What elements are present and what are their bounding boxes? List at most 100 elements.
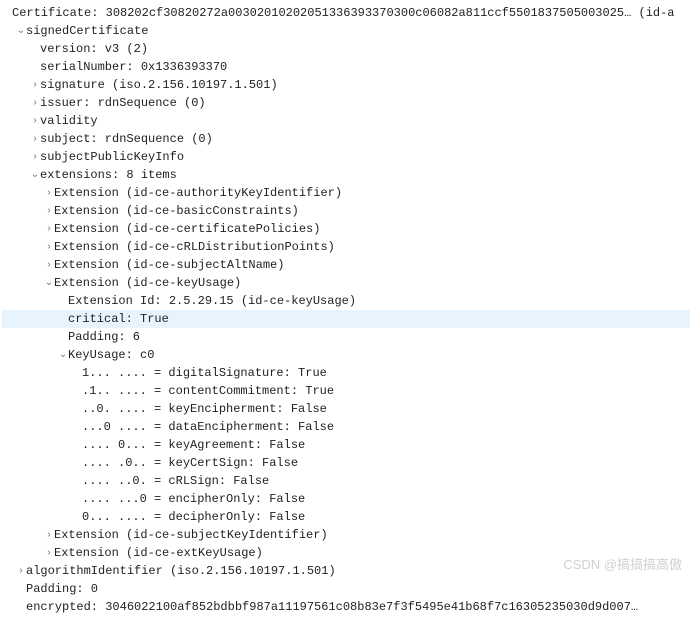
- chevron-right-icon[interactable]: ›: [30, 114, 40, 129]
- padding-label: Padding: 6: [68, 328, 140, 346]
- chevron-down-icon[interactable]: ⌄: [30, 168, 40, 183]
- chevron-right-icon[interactable]: ›: [30, 150, 40, 165]
- keyusage-row[interactable]: ⌄ KeyUsage: c0: [2, 346, 690, 364]
- ku-bit2-row[interactable]: ..0. .... = keyEncipherment: False: [2, 400, 690, 418]
- chevron-blank-icon: [58, 312, 68, 327]
- ext-san-label: Extension (id-ce-subjectAltName): [54, 256, 284, 274]
- padding-row[interactable]: Padding: 6: [2, 328, 690, 346]
- critical-label: critical: True: [68, 310, 169, 328]
- chevron-blank-icon: [72, 402, 82, 417]
- chevron-blank-icon: [72, 420, 82, 435]
- ku-bit7-row[interactable]: .... ...0 = encipherOnly: False: [2, 490, 690, 508]
- certificate-row[interactable]: Certificate: 308202cf30820272a0030201020…: [2, 4, 690, 22]
- ext-bc-row[interactable]: › Extension (id-ce-basicConstraints): [2, 202, 690, 220]
- subject-row[interactable]: › subject: rdnSequence (0): [2, 130, 690, 148]
- chevron-blank-icon: [30, 60, 40, 75]
- spki-row[interactable]: › subjectPublicKeyInfo: [2, 148, 690, 166]
- ext-aki-row[interactable]: › Extension (id-ce-authorityKeyIdentifie…: [2, 184, 690, 202]
- critical-row[interactable]: critical: True: [2, 310, 690, 328]
- chevron-down-icon[interactable]: ⌄: [58, 348, 68, 363]
- certificate-label: Certificate: 308202cf30820272a0030201020…: [12, 4, 675, 22]
- encrypted-label: encrypted: 3046022100af852bdbbf987a11197…: [26, 598, 638, 616]
- ext-id-label: Extension Id: 2.5.29.15 (id-ce-keyUsage): [68, 292, 356, 310]
- chevron-blank-icon: [30, 42, 40, 57]
- chevron-right-icon[interactable]: ›: [44, 528, 54, 543]
- chevron-blank-icon: [72, 492, 82, 507]
- ext-aki-label: Extension (id-ce-authorityKeyIdentifier): [54, 184, 342, 202]
- chevron-blank-icon: [2, 6, 12, 21]
- ku-bit1-row[interactable]: .1.. .... = contentCommitment: True: [2, 382, 690, 400]
- keyusage-label: KeyUsage: c0: [68, 346, 154, 364]
- ext-eku-label: Extension (id-ce-extKeyUsage): [54, 544, 263, 562]
- chevron-right-icon[interactable]: ›: [16, 564, 26, 579]
- signed-certificate-label: signedCertificate: [26, 22, 148, 40]
- serial-label: serialNumber: 0x1336393370: [40, 58, 227, 76]
- chevron-blank-icon: [72, 366, 82, 381]
- ku-bit0-row[interactable]: 1... .... = digitalSignature: True: [2, 364, 690, 382]
- ku-bit3-label: ...0 .... = dataEncipherment: False: [82, 418, 334, 436]
- ku-bit4-label: .... 0... = keyAgreement: False: [82, 436, 305, 454]
- ext-ku-label: Extension (id-ce-keyUsage): [54, 274, 241, 292]
- encrypted-row[interactable]: encrypted: 3046022100af852bdbbf987a11197…: [2, 598, 690, 616]
- ext-ski-row[interactable]: › Extension (id-ce-subjectKeyIdentifier): [2, 526, 690, 544]
- ku-bit8-label: 0... .... = decipherOnly: False: [82, 508, 305, 526]
- chevron-right-icon[interactable]: ›: [30, 78, 40, 93]
- validity-row[interactable]: › validity: [2, 112, 690, 130]
- ku-bit2-label: ..0. .... = keyEncipherment: False: [82, 400, 327, 418]
- chevron-blank-icon: [72, 438, 82, 453]
- subject-label: subject: rdnSequence (0): [40, 130, 213, 148]
- ku-bit7-label: .... ...0 = encipherOnly: False: [82, 490, 305, 508]
- serial-row[interactable]: serialNumber: 0x1336393370: [2, 58, 690, 76]
- extensions-row[interactable]: ⌄ extensions: 8 items: [2, 166, 690, 184]
- algo-row[interactable]: › algorithmIdentifier (iso.2.156.10197.1…: [2, 562, 690, 580]
- chevron-right-icon[interactable]: ›: [44, 222, 54, 237]
- chevron-blank-icon: [72, 474, 82, 489]
- signature-label: signature (iso.2.156.10197.1.501): [40, 76, 278, 94]
- ext-crl-label: Extension (id-ce-cRLDistributionPoints): [54, 238, 335, 256]
- outer-padding-label: Padding: 0: [26, 580, 98, 598]
- outer-padding-row[interactable]: Padding: 0: [2, 580, 690, 598]
- ext-bc-label: Extension (id-ce-basicConstraints): [54, 202, 299, 220]
- ku-bit0-label: 1... .... = digitalSignature: True: [82, 364, 327, 382]
- chevron-right-icon[interactable]: ›: [44, 186, 54, 201]
- ext-id-row[interactable]: Extension Id: 2.5.29.15 (id-ce-keyUsage): [2, 292, 690, 310]
- chevron-down-icon[interactable]: ⌄: [16, 24, 26, 39]
- ext-eku-row[interactable]: › Extension (id-ce-extKeyUsage): [2, 544, 690, 562]
- signature-row[interactable]: › signature (iso.2.156.10197.1.501): [2, 76, 690, 94]
- chevron-blank-icon: [16, 582, 26, 597]
- spki-label: subjectPublicKeyInfo: [40, 148, 184, 166]
- validity-label: validity: [40, 112, 98, 130]
- ext-crl-row[interactable]: › Extension (id-ce-cRLDistributionPoints…: [2, 238, 690, 256]
- chevron-right-icon[interactable]: ›: [44, 240, 54, 255]
- chevron-right-icon[interactable]: ›: [30, 132, 40, 147]
- issuer-label: issuer: rdnSequence (0): [40, 94, 206, 112]
- ext-san-row[interactable]: › Extension (id-ce-subjectAltName): [2, 256, 690, 274]
- chevron-right-icon[interactable]: ›: [30, 96, 40, 111]
- chevron-down-icon[interactable]: ⌄: [44, 276, 54, 291]
- signed-certificate-row[interactable]: ⌄ signedCertificate: [2, 22, 690, 40]
- ku-bit3-row[interactable]: ...0 .... = dataEncipherment: False: [2, 418, 690, 436]
- chevron-right-icon[interactable]: ›: [44, 546, 54, 561]
- ku-bit4-row[interactable]: .... 0... = keyAgreement: False: [2, 436, 690, 454]
- chevron-right-icon[interactable]: ›: [44, 258, 54, 273]
- issuer-row[interactable]: › issuer: rdnSequence (0): [2, 94, 690, 112]
- ku-bit8-row[interactable]: 0... .... = decipherOnly: False: [2, 508, 690, 526]
- chevron-blank-icon: [72, 456, 82, 471]
- ku-bit6-label: .... ..0. = cRLSign: False: [82, 472, 269, 490]
- ext-ku-row[interactable]: ⌄ Extension (id-ce-keyUsage): [2, 274, 690, 292]
- version-row[interactable]: version: v3 (2): [2, 40, 690, 58]
- chevron-blank-icon: [72, 510, 82, 525]
- ext-cp-label: Extension (id-ce-certificatePolicies): [54, 220, 320, 238]
- chevron-blank-icon: [58, 330, 68, 345]
- chevron-right-icon[interactable]: ›: [44, 204, 54, 219]
- chevron-blank-icon: [58, 294, 68, 309]
- algo-label: algorithmIdentifier (iso.2.156.10197.1.5…: [26, 562, 336, 580]
- ku-bit5-label: .... .0.. = keyCertSign: False: [82, 454, 298, 472]
- version-label: version: v3 (2): [40, 40, 148, 58]
- ku-bit6-row[interactable]: .... ..0. = cRLSign: False: [2, 472, 690, 490]
- chevron-blank-icon: [72, 384, 82, 399]
- extensions-label: extensions: 8 items: [40, 166, 177, 184]
- ext-cp-row[interactable]: › Extension (id-ce-certificatePolicies): [2, 220, 690, 238]
- chevron-blank-icon: [16, 600, 26, 615]
- ku-bit5-row[interactable]: .... .0.. = keyCertSign: False: [2, 454, 690, 472]
